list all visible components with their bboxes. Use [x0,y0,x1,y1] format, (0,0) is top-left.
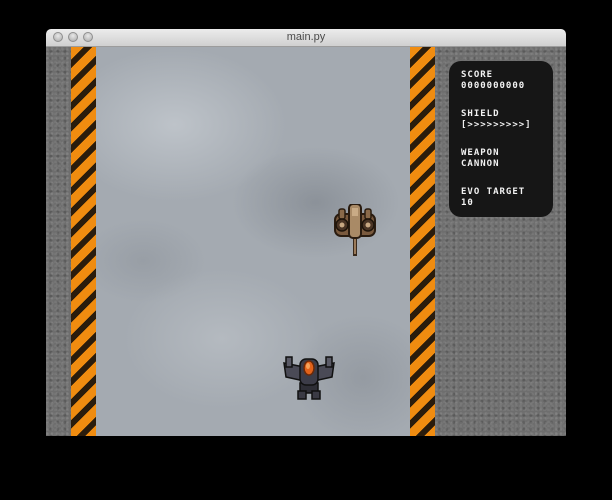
enemy-ship-sprite [334,204,376,256]
hud-panel: SCORE 0000000000 SHIELD [>>>>>>>>>] WEAP… [449,61,553,217]
right-hazard-stripe [410,47,435,436]
shield-section: SHIELD [>>>>>>>>>] [461,109,553,131]
evo-target-section: EVO TARGET 10 [461,187,553,209]
evo-target-label: EVO TARGET [461,187,526,197]
score-value: 0000000000 [461,81,526,91]
shield-label: SHIELD [461,109,500,119]
score-section: SCORE 0000000000 [461,70,553,92]
game-window: main.py SCORE 0000000000 SHIELD [>>>>>>>… [46,29,566,436]
score-label: SCORE [461,70,494,80]
weapon-section: WEAPON CANNON [461,148,553,170]
left-hazard-stripe [71,47,96,436]
weapon-value: CANNON [461,159,500,169]
shield-value: [>>>>>>>>>] [461,120,532,130]
game-canvas[interactable]: SCORE 0000000000 SHIELD [>>>>>>>>>] WEAP… [46,47,566,436]
window-title: main.py [286,31,326,43]
weapon-label: WEAPON [461,148,500,158]
left-ground-strip [46,47,71,436]
player-ship-sprite [283,356,335,400]
title-bar[interactable]: main.py [46,29,566,47]
evo-target-value: 10 [461,198,474,208]
